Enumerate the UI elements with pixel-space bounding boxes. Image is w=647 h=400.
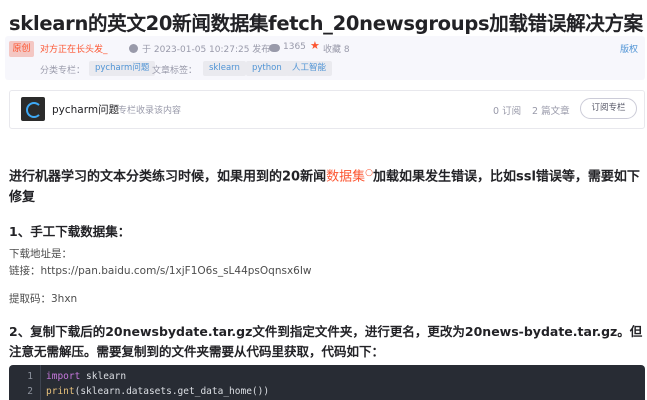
column-name[interactable]: pycharm问题 xyxy=(52,102,119,117)
search-icon: ○ xyxy=(365,168,373,178)
column-avatar[interactable] xyxy=(21,97,45,121)
code-text: (sklearn.datasets.get_data_home()) xyxy=(74,386,270,397)
line-number: 2 xyxy=(27,386,33,397)
download-link[interactable]: 链接：https://pan.baidu.com/s/1xjF1O6s_sL44… xyxy=(9,263,312,278)
code-keyword: import xyxy=(46,371,81,382)
tag-python[interactable]: python xyxy=(246,61,288,76)
article-meta: 原创 对方正在长头发_ 于 2023-01-05 10:27:25 发布 136… xyxy=(5,36,645,80)
eye-icon xyxy=(269,44,280,52)
intro-paragraph: 进行机器学习的文本分类练习时候，如果用到的20新闻数据集○加载如果发生错误，比如… xyxy=(9,163,645,208)
keyword-link[interactable]: 数据集 xyxy=(326,169,365,184)
tag-ai[interactable]: 人工智能 xyxy=(286,61,333,76)
column-label: 分类专栏： xyxy=(40,66,86,76)
code-function: print xyxy=(46,386,75,397)
clock-icon xyxy=(129,44,138,53)
code-line: print(sklearn.datasets.get_data_home()) xyxy=(46,386,269,397)
article-title: sklearn的英文20新闻数据集fetch_20newsgroups加载错误解… xyxy=(9,12,643,35)
extract-code: 提取码：3hxn xyxy=(9,293,78,305)
code-text: sklearn xyxy=(80,371,127,382)
article-count: 2 篇文章 xyxy=(532,106,570,117)
section-heading-2: 2、复制下载后的20newsbydate.tar.gz文件到指定文件夹，进行更名… xyxy=(9,324,643,359)
publish-date: 于 2023-01-05 10:27:25 发布 xyxy=(142,45,271,55)
collect-button[interactable]: 收藏 8 xyxy=(323,42,350,55)
subscribe-button[interactable]: 订阅专栏 xyxy=(580,98,637,119)
section-heading-1: 1、手工下载数据集： xyxy=(9,224,131,239)
copyright-link[interactable]: 版权 xyxy=(620,42,638,55)
tag-sklearn[interactable]: sklearn xyxy=(203,61,246,76)
code-block: 1 2 import sklearn print(sklearn.dataset… xyxy=(9,365,645,400)
column-desc: 专栏收录该内容 xyxy=(118,106,182,116)
column-tag[interactable]: pycharm问题 xyxy=(89,61,156,76)
original-badge: 原创 xyxy=(9,41,34,57)
column-card: pycharm问题 专栏收录该内容 0 订阅 2 篇文章 订阅专栏 xyxy=(9,90,645,129)
star-icon[interactable]: ★ xyxy=(310,40,320,52)
line-gutter: 1 2 xyxy=(9,365,41,400)
tags-label: 文章标签： xyxy=(152,66,198,76)
author-link[interactable]: 对方正在长头发_ xyxy=(40,42,108,55)
code-line: import sklearn xyxy=(46,371,126,382)
intro-text-a: 进行机器学习的文本分类练习时候，如果用到的20新闻 xyxy=(9,169,327,185)
download-label: 下载地址是： xyxy=(9,248,72,260)
subscription-count: 0 订阅 xyxy=(493,106,522,117)
line-number: 1 xyxy=(27,371,33,382)
view-count: 1365 xyxy=(283,42,306,52)
